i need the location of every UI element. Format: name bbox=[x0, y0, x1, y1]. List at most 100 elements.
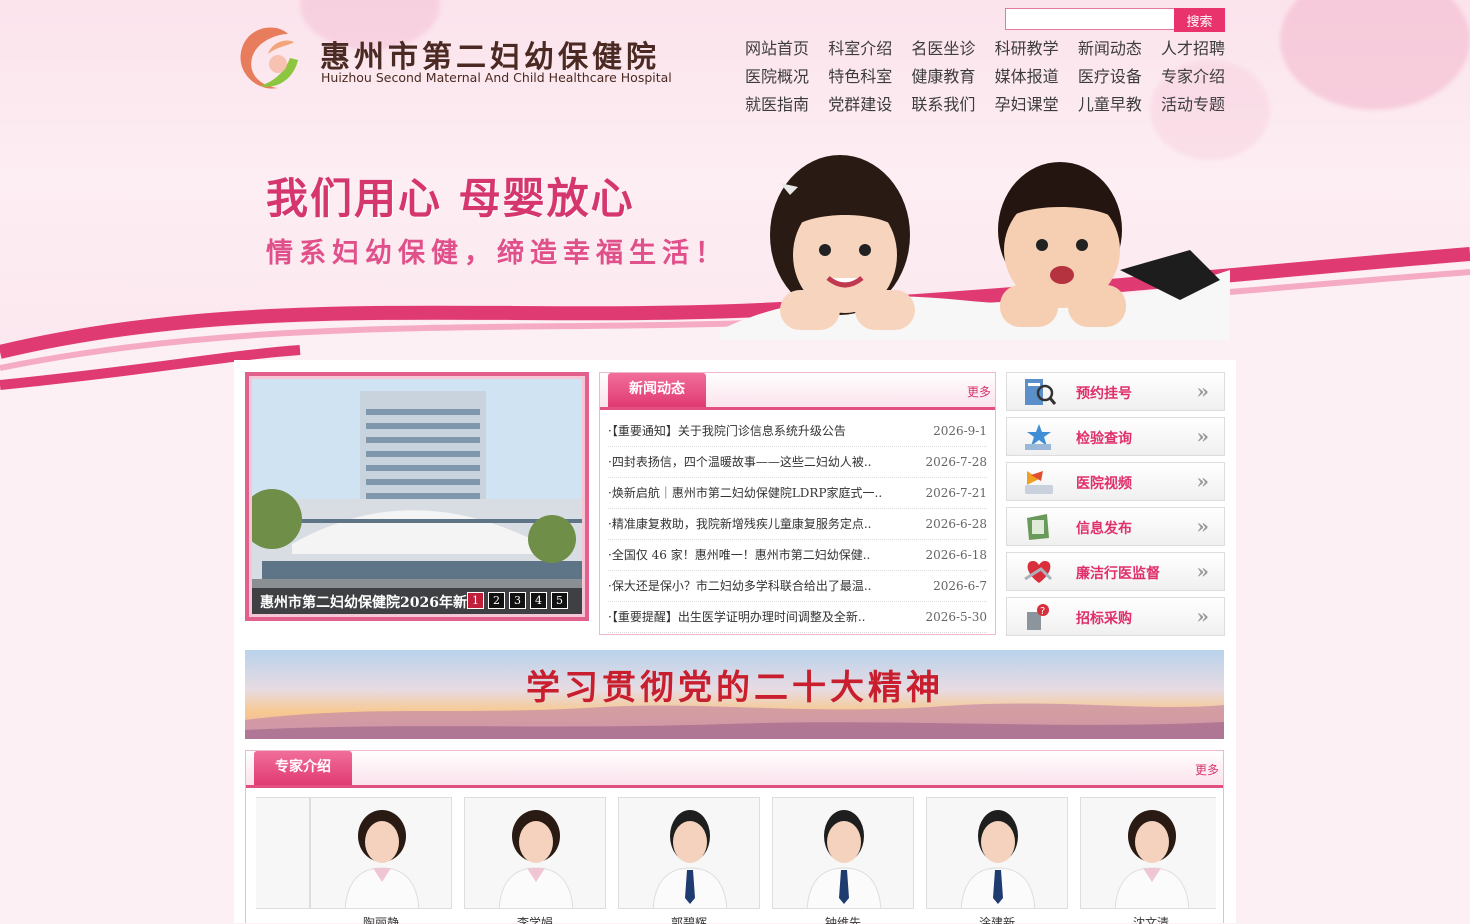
nav-link-equipment[interactable]: 医疗设备 bbox=[1078, 66, 1161, 94]
experts-more-link[interactable]: 更多 bbox=[1195, 761, 1219, 778]
nav-link-activities[interactable]: 活动专题 bbox=[1161, 94, 1225, 122]
carousel-page-button[interactable]: 2 bbox=[488, 592, 505, 609]
news-title-link[interactable]: ·【重要提醒】出生医学证明办理时间调整及全新.. bbox=[608, 602, 865, 632]
nav-link-departments[interactable]: 科室介绍 bbox=[828, 38, 911, 66]
news-item: ·精准康复救助，我院新增残疾儿童康复服务定点.. 2026-6-28 bbox=[608, 509, 987, 540]
carousel-pagination: 1 2 3 4 5 bbox=[467, 592, 568, 609]
carousel-page-button[interactable]: 4 bbox=[530, 592, 547, 609]
nav-row: 医院概况 特色科室 健康教育 媒体报道 医疗设备 专家介绍 bbox=[745, 66, 1225, 94]
nav-link-overview[interactable]: 医院概况 bbox=[745, 66, 828, 94]
chevron-right-icon: » bbox=[1196, 514, 1209, 538]
nav-link-pregnancy-class[interactable]: 孕妇课堂 bbox=[995, 94, 1078, 122]
nav-link-experts[interactable]: 专家介绍 bbox=[1161, 66, 1225, 94]
quick-link-label: 招标采购 bbox=[1076, 611, 1132, 627]
news-item: ·【重要通知】关于我院门诊信息系统升级公告 2026-9-1 bbox=[608, 416, 987, 447]
nav-row: 就医指南 党群建设 联系我们 孕妇课堂 儿童早教 活动专题 bbox=[745, 94, 1225, 122]
expert-card[interactable] bbox=[772, 797, 914, 909]
carousel-photo[interactable]: 惠州市第二妇幼保健院2026年新.. 1 2 3 4 5 bbox=[252, 379, 582, 614]
experts-panel-header: 专家介绍 更多 bbox=[246, 751, 1223, 788]
news-date: 2026-5-30 bbox=[925, 610, 987, 624]
news-title-link[interactable]: ·保大还是保小？市二妇幼多学科联合给出了最温.. bbox=[608, 571, 871, 601]
expert-card[interactable] bbox=[618, 797, 760, 909]
news-title-link[interactable]: ·精准康复救助，我院新增残疾儿童康复服务定点.. bbox=[608, 509, 871, 539]
carousel-page-button[interactable]: 5 bbox=[551, 592, 568, 609]
expert-photo bbox=[344, 810, 420, 908]
news-more-link[interactable]: 更多 bbox=[967, 383, 991, 400]
nav-link-media-reports[interactable]: 媒体报道 bbox=[995, 66, 1078, 94]
nav-link-home[interactable]: 网站首页 bbox=[745, 38, 828, 66]
news-title-link[interactable]: ·【重要通知】关于我院门诊信息系统升级公告 bbox=[608, 416, 846, 446]
nav-link-contact[interactable]: 联系我们 bbox=[911, 94, 994, 122]
nav-link-famous-doctors[interactable]: 名医坐诊 bbox=[911, 38, 994, 66]
lab-query-button[interactable]: 检验查询 » bbox=[1006, 417, 1225, 456]
main-nav: 网站首页 科室介绍 名医坐诊 科研教学 新闻动态 人才招聘 医院概况 特色科室 … bbox=[745, 38, 1225, 122]
expert-card[interactable] bbox=[1080, 797, 1216, 909]
news-tab[interactable]: 新闻动态 bbox=[608, 373, 706, 407]
search-button[interactable]: 搜索 bbox=[1174, 8, 1225, 32]
expert-card[interactable] bbox=[926, 797, 1068, 909]
carousel-caption[interactable]: 惠州市第二妇幼保健院2026年新.. bbox=[260, 592, 477, 612]
expert-photo bbox=[652, 810, 728, 908]
news-title-link[interactable]: ·四封表扬信，四个温暖故事——这些二妇幼人被.. bbox=[608, 447, 871, 477]
banner-slogan: 我们用心 母婴放心 bbox=[266, 174, 635, 223]
news-panel-header: 新闻动态 更多 bbox=[600, 373, 995, 410]
carousel-page-button[interactable]: 1 bbox=[467, 592, 484, 609]
hospital-video-button[interactable]: 医院视频 » bbox=[1006, 462, 1225, 501]
nav-row: 网站首页 科室介绍 名医坐诊 科研教学 新闻动态 人才招聘 bbox=[745, 38, 1225, 66]
chevron-right-icon: » bbox=[1196, 559, 1209, 583]
nav-link-early-education[interactable]: 儿童早教 bbox=[1078, 94, 1161, 122]
children-illustration bbox=[720, 155, 1230, 340]
party-study-banner[interactable]: 学习贯彻党的二十大精神 bbox=[245, 650, 1224, 739]
nav-link-recruitment[interactable]: 人才招聘 bbox=[1161, 38, 1225, 66]
svg-text:?: ? bbox=[1040, 606, 1045, 617]
nav-link-news[interactable]: 新闻动态 bbox=[1078, 38, 1161, 66]
news-item: ·保大还是保小？市二妇幼多学科联合给出了最温.. 2026-6-7 bbox=[608, 571, 987, 602]
nav-link-research[interactable]: 科研教学 bbox=[995, 38, 1078, 66]
appointment-button[interactable]: 预约挂号 » bbox=[1006, 372, 1225, 411]
experts-panel: 专家介绍 更多 陶丽静 李学娟 郭碧辉 钟维先 涂建新 沈文清 bbox=[245, 750, 1224, 924]
logo-mark-icon bbox=[240, 27, 298, 89]
news-title-link[interactable]: ·全国仅 46 家！惠州唯一！惠州市第二妇幼保健.. bbox=[608, 540, 870, 570]
nav-link-health-education[interactable]: 健康教育 bbox=[911, 66, 994, 94]
expert-photo bbox=[806, 810, 882, 908]
appointment-icon bbox=[1025, 379, 1057, 405]
carousel-page-button[interactable]: 3 bbox=[509, 592, 526, 609]
quick-link-label: 廉洁行医监督 bbox=[1076, 566, 1160, 582]
search-bar: 搜索 bbox=[1005, 8, 1225, 32]
photo-carousel[interactable]: 惠州市第二妇幼保健院2026年新.. 1 2 3 4 5 bbox=[245, 372, 589, 621]
logo-english-name: Huizhou Second Maternal And Child Health… bbox=[321, 70, 672, 85]
news-item: ·焕新启航｜惠州市第二妇幼保健院LDRP家庭式一.. 2026-7-21 bbox=[608, 478, 987, 509]
news-date: 2026-9-1 bbox=[933, 424, 987, 438]
expert-photo bbox=[1114, 810, 1190, 908]
hospital-logo[interactable]: 惠州市第二妇幼保健院 Huizhou Second Maternal And C… bbox=[238, 24, 678, 94]
chevron-right-icon: » bbox=[1196, 604, 1209, 628]
news-date: 2026-6-7 bbox=[933, 579, 987, 593]
news-list: ·【重要通知】关于我院门诊信息系统升级公告 2026-9-1 ·四封表扬信，四个温… bbox=[600, 416, 995, 633]
quick-link-label: 预约挂号 bbox=[1076, 386, 1132, 402]
expert-card-partial[interactable] bbox=[256, 797, 310, 909]
banner-subslogan: 情系妇幼保健，缔造幸福生活！ bbox=[266, 238, 728, 269]
hospital-building-image bbox=[252, 379, 582, 614]
expert-photo bbox=[960, 810, 1036, 908]
expert-card[interactable] bbox=[464, 797, 606, 909]
experts-tab[interactable]: 专家介绍 bbox=[254, 751, 352, 785]
info-publish-button[interactable]: 信息发布 » bbox=[1006, 507, 1225, 546]
nav-link-special-departments[interactable]: 特色科室 bbox=[828, 66, 911, 94]
news-title-link[interactable]: ·焕新启航｜惠州市第二妇幼保健院LDRP家庭式一.. bbox=[608, 478, 882, 508]
news-item: ·【重要提醒】出生医学证明办理时间调整及全新.. 2026-5-30 bbox=[608, 602, 987, 633]
quick-link-label: 检验查询 bbox=[1076, 431, 1132, 447]
supervision-button[interactable]: 廉洁行医监督 » bbox=[1006, 552, 1225, 591]
nav-link-guide[interactable]: 就医指南 bbox=[745, 94, 828, 122]
news-date: 2026-7-28 bbox=[925, 455, 987, 469]
carousel-caption-bar: 惠州市第二妇幼保健院2026年新.. 1 2 3 4 5 bbox=[252, 588, 582, 614]
video-icon bbox=[1025, 471, 1053, 494]
experts-carousel: 陶丽静 李学娟 郭碧辉 钟维先 涂建新 沈文清 bbox=[256, 797, 1216, 924]
quick-link-label: 医院视频 bbox=[1076, 476, 1132, 492]
chevron-right-icon: » bbox=[1196, 424, 1209, 448]
nav-link-party[interactable]: 党群建设 bbox=[828, 94, 911, 122]
quick-links: 预约挂号 » 检验查询 » 医院视频 » 信息发布 » 廉洁行医监督 » ? 招… bbox=[1006, 372, 1225, 642]
procurement-button[interactable]: ? 招标采购 » bbox=[1006, 597, 1225, 636]
search-input[interactable] bbox=[1005, 8, 1175, 30]
carousel-frame: 惠州市第二妇幼保健院2026年新.. 1 2 3 4 5 bbox=[249, 376, 585, 617]
expert-card[interactable] bbox=[310, 797, 452, 909]
